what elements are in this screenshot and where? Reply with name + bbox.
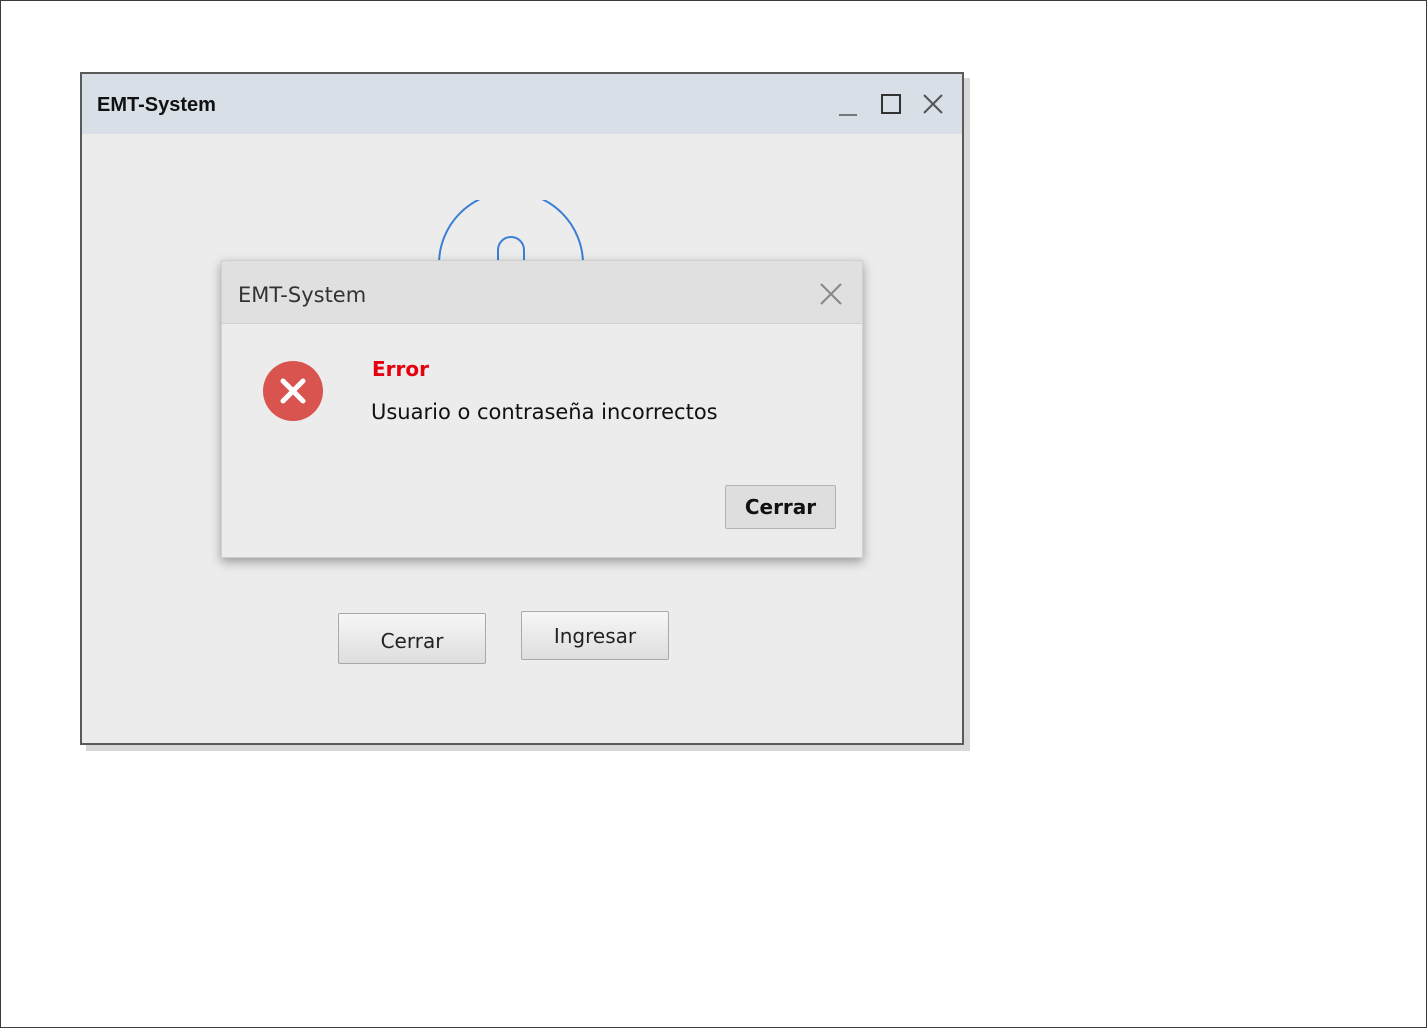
error-dialog-titlebar: EMT-System [222, 261, 862, 324]
screen-canvas: EMT-System Cerrar Ingresar EMT-System Er… [0, 0, 1427, 1028]
login-window-title: EMT-System [97, 94, 216, 116]
error-heading: Error [372, 357, 429, 381]
window-close-button[interactable] [917, 88, 949, 120]
error-dialog-close-button[interactable] [819, 282, 843, 306]
error-dialog-title: EMT-System [238, 283, 367, 307]
maximize-icon [881, 94, 901, 114]
login-button[interactable]: Ingresar [521, 611, 669, 660]
login-window-titlebar: EMT-System [82, 74, 962, 134]
close-icon [820, 283, 842, 305]
error-dialog: EMT-System Error Usuario o contraseña in… [221, 260, 863, 558]
error-message: Usuario o contraseña incorrectos [371, 400, 718, 424]
dialog-close-button[interactable]: Cerrar [725, 485, 836, 529]
close-button[interactable]: Cerrar [338, 613, 486, 664]
maximize-button[interactable] [875, 88, 907, 120]
close-icon [923, 94, 943, 114]
minimize-button[interactable] [831, 88, 863, 120]
error-icon [263, 361, 323, 421]
minimize-icon [839, 114, 857, 116]
